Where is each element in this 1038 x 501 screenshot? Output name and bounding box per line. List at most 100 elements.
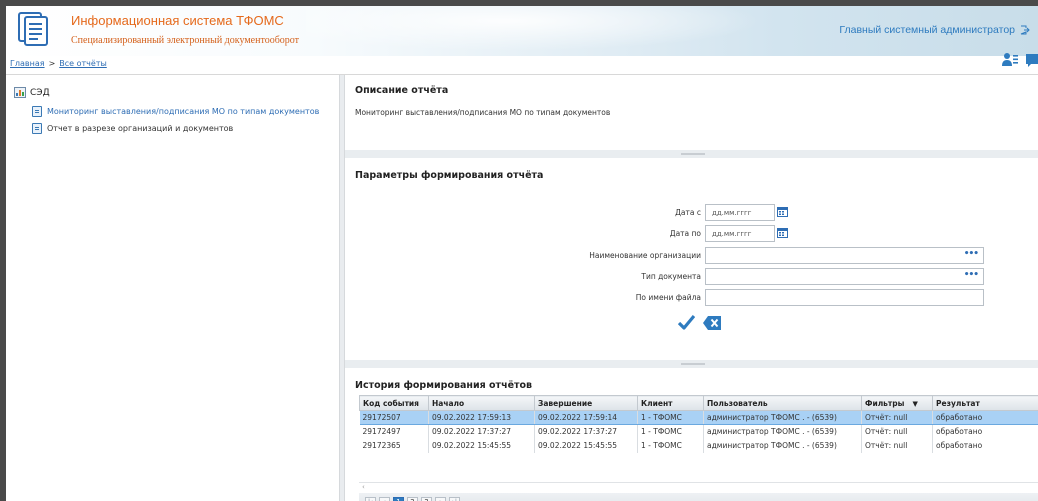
cell: 09.02.2022 17:59:14 [534,410,638,425]
sidebar-item-label[interactable]: Мониторинг выставления/подписания МО по … [47,107,319,116]
cell: 09.02.2022 17:37:27 [428,424,535,439]
filename-label: По имени файла [635,293,701,302]
date-from-label: Дата с [675,208,701,217]
users-list-icon[interactable] [1002,52,1018,68]
params-title: Параметры формирования отчёта [355,170,544,181]
app-window: Информационная система ТФОМС Специализир… [6,6,1038,501]
report-doc-icon [32,123,42,134]
org-row: Наименование организации ••• [345,247,1038,265]
resize-handle[interactable] [681,363,705,365]
filename-input[interactable] [705,289,984,306]
col-filters-label: Фильтры [865,398,905,408]
cell: Отчёт: null [861,410,933,425]
history-panel: История формирования отчётов Код события… [345,368,1038,501]
sidebar-item-orgs-report[interactable]: Отчет в разрезе организаций и документов [32,123,319,134]
horizontal-scrollbar[interactable]: ‹ [359,482,1038,491]
description-title: Описание отчёта [355,85,449,96]
logout-icon[interactable] [1020,25,1030,35]
sidebar-item-monitoring-report[interactable]: Мониторинг выставления/подписания МО по … [32,106,319,117]
resize-handle[interactable] [681,153,705,155]
org-picker-button[interactable]: ••• [964,249,979,259]
org-input[interactable]: ••• [705,247,984,264]
breadcrumb-home-link[interactable]: Главная [10,59,45,68]
sidebar: СЭД Мониторинг выставления/подписания МО… [6,75,339,501]
report-doc-icon [32,106,42,117]
col-client[interactable]: Клиент [637,395,704,411]
cell: обработано [932,438,1038,453]
breadcrumb: Главная > Все отчёты [10,59,107,68]
cell: 09.02.2022 15:45:55 [534,438,638,453]
header: Информационная система ТФОМС Специализир… [6,6,1038,56]
doc-type-row: Тип документа ••• [345,268,1038,286]
table-row[interactable]: 29172507 09.02.2022 17:59:13 09.02.2022 … [359,410,1038,425]
cell: 09.02.2022 15:45:55 [428,438,535,453]
page-button-1[interactable]: 1 [393,496,404,501]
document-logo-icon [18,12,48,46]
cell: 29172497 [359,424,429,439]
prev-page-button[interactable]: ‹ [379,496,390,501]
cell: администратор ТФОМС . - (6539) [703,424,862,439]
tree-root-sed[interactable]: СЭД [14,87,319,98]
col-end[interactable]: Завершение [534,395,638,411]
table-row[interactable]: 29172497 09.02.2022 17:37:27 09.02.2022 … [359,424,1038,439]
sidebar-item-label[interactable]: Отчет в разрезе организаций и документов [47,124,233,133]
cell: 1 - ТФОМС [637,438,704,453]
date-to-input[interactable]: дд.мм.гггг [705,225,775,242]
cell: Отчёт: null [861,438,933,453]
date-from-row: Дата с дд.мм.гггг [345,204,1038,222]
col-start[interactable]: Начало [428,395,535,411]
app-subtitle: Специализированный электронный документо… [71,35,300,46]
form-actions [678,315,721,330]
doc-type-label: Тип документа [641,272,701,281]
calendar-icon[interactable] [777,206,788,217]
chart-folder-icon [14,87,26,98]
toolbar-icons [1002,52,1038,68]
org-label: Наименование организации [589,251,701,260]
cell: 29172365 [359,438,429,453]
tree-root-label: СЭД [30,87,50,98]
filename-row: По имени файла [345,289,1038,307]
doc-type-picker-button[interactable]: ••• [964,270,979,280]
col-user[interactable]: Пользователь [703,395,862,411]
table-header-row: Код события Начало Завершение Клиент Пол… [359,395,1038,411]
report-tree: СЭД Мониторинг выставления/подписания МО… [14,87,319,140]
cell: администратор ТФОМС . - (6539) [703,438,862,453]
page-button-3[interactable]: 3 [421,496,432,501]
cell: 29172507 [359,410,429,425]
calendar-icon[interactable] [777,227,788,238]
checkmark-icon[interactable] [678,315,695,330]
breadcrumb-reports-link[interactable]: Все отчёты [59,59,107,68]
scroll-left-icon[interactable]: ‹ [362,483,365,491]
user-menu[interactable]: Главный системный администратор [839,24,1030,36]
cell: 09.02.2022 17:37:27 [534,424,638,439]
cell: Отчёт: null [861,424,933,439]
doc-type-input[interactable]: ••• [705,268,984,285]
first-page-button[interactable]: |‹ [365,496,376,501]
message-icon[interactable] [1026,52,1038,68]
cell: 09.02.2022 17:59:13 [428,410,535,425]
history-title: История формирования отчётов [355,380,533,391]
clear-icon[interactable] [703,315,721,330]
cell: обработано [932,424,1038,439]
cell: администратор ТФОМС . - (6539) [703,410,862,425]
pagination: |‹ ‹ 1 2 3 › ›| [359,493,1038,501]
next-page-button[interactable]: › [435,496,446,501]
user-name[interactable]: Главный системный администратор [839,24,1015,36]
params-panel: Параметры формирования отчёта Дата с дд.… [345,158,1038,360]
page-button-2[interactable]: 2 [407,496,418,501]
col-event-code[interactable]: Код события [359,395,429,411]
breadcrumb-separator: > [48,59,56,68]
col-filters[interactable]: Фильтры ▼ [861,395,933,411]
date-to-label: Дата по [669,229,701,238]
main-content: Описание отчёта Мониторинг выставления/п… [345,75,1038,501]
table-row[interactable]: 29172365 09.02.2022 15:45:55 09.02.2022 … [359,438,1038,453]
description-panel: Описание отчёта Мониторинг выставления/п… [345,75,1038,150]
cell: 1 - ТФОМС [637,424,704,439]
date-from-input[interactable]: дд.мм.гггг [705,204,775,221]
history-table: Код события Начало Завершение Клиент Пол… [359,395,1038,453]
last-page-button[interactable]: ›| [449,496,460,501]
date-to-row: Дата по дд.мм.гггг [345,225,1038,243]
col-result[interactable]: Результат [932,395,1038,411]
app-title: Информационная система ТФОМС [71,13,284,28]
sort-down-icon[interactable]: ▼ [912,400,917,408]
